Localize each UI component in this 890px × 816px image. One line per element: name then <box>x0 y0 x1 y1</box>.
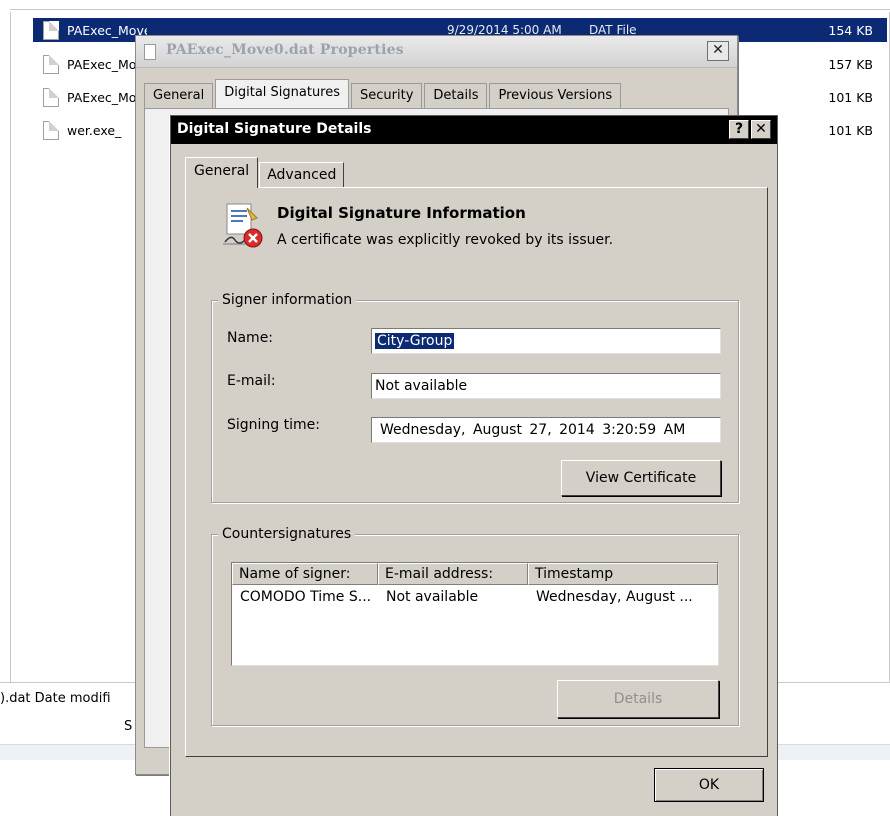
email-label: E-mail: <box>227 373 276 389</box>
details-button[interactable]: Details <box>557 680 719 718</box>
info-message: A certificate was explicitly revoked by … <box>277 232 614 248</box>
file-icon <box>43 54 59 74</box>
name-label: Name: <box>227 330 274 346</box>
tab-details[interactable]: Details <box>424 83 488 109</box>
file-size: 154 KB <box>828 22 873 38</box>
dialog-close-button[interactable]: ✕ <box>751 120 771 139</box>
tab-security[interactable]: Security <box>351 83 423 109</box>
dialog-title-bar[interactable]: Digital Signature Details ? ✕ <box>171 116 777 144</box>
details-pane-filename: ).dat Date modifi <box>0 691 111 706</box>
list-header: Name of signer: E-mail address: Timestam… <box>232 563 718 585</box>
tab-general[interactable]: General <box>185 157 259 188</box>
tab-general[interactable]: General <box>144 83 214 109</box>
revoked-certificate-icon <box>223 203 263 248</box>
tab-advanced[interactable]: Advanced <box>259 162 345 188</box>
properties-title-bar[interactable]: PAExec_Move0.dat Properties ✕ <box>136 36 737 68</box>
properties-title: PAExec_Move0.dat Properties <box>166 42 404 58</box>
column-email-address[interactable]: E-mail address: <box>378 563 528 585</box>
signer-information-legend: Signer information <box>218 292 357 308</box>
list-item[interactable]: COMODO Time S... Not available Wednesday… <box>232 589 718 605</box>
column-timestamp[interactable]: Timestamp <box>528 563 718 585</box>
signing-time-label: Signing time: <box>227 417 320 433</box>
countersignatures-legend: Countersignatures <box>218 526 356 542</box>
file-size: 101 KB <box>828 122 873 138</box>
file-size: 157 KB <box>828 56 873 72</box>
digital-signature-details-dialog: Digital Signature Details ? ✕ General Ad… <box>170 115 778 816</box>
file-icon <box>43 120 59 140</box>
dialog-tabs: General Advanced <box>185 156 345 188</box>
explorer-column-header-edge <box>10 0 890 10</box>
file-icon <box>43 87 59 107</box>
view-certificate-button[interactable]: View Certificate <box>561 460 721 496</box>
info-heading: Digital Signature Information <box>277 204 526 222</box>
tab-digital-signatures[interactable]: Digital Signatures <box>215 79 350 109</box>
properties-tabs: General Digital Signatures Security Deta… <box>144 79 623 109</box>
timestamp-cell: Wednesday, August ... <box>536 589 693 605</box>
file-size: 101 KB <box>828 89 873 105</box>
email-field[interactable]: Not available <box>371 373 721 399</box>
signer-name-cell: COMODO Time S... <box>240 589 372 605</box>
name-field[interactable]: City-Group <box>371 328 721 354</box>
ok-button[interactable]: OK <box>654 768 764 802</box>
file-icon <box>144 44 156 60</box>
help-button[interactable]: ? <box>729 120 749 139</box>
email-cell: Not available <box>386 589 479 605</box>
name-value: City-Group <box>375 333 455 349</box>
tab-previous-versions[interactable]: Previous Versions <box>489 83 622 109</box>
column-name-of-signer[interactable]: Name of signer: <box>232 563 378 585</box>
countersignatures-list[interactable]: Name of signer: E-mail address: Timestam… <box>231 562 719 666</box>
signing-time-field[interactable]: Wednesday, August 27, 2014 3:20:59 AM <box>371 417 721 443</box>
details-pane-size: S <box>124 719 133 734</box>
properties-close-button[interactable]: ✕ <box>707 41 729 61</box>
dialog-title: Digital Signature Details <box>177 121 372 137</box>
file-icon <box>43 20 59 40</box>
